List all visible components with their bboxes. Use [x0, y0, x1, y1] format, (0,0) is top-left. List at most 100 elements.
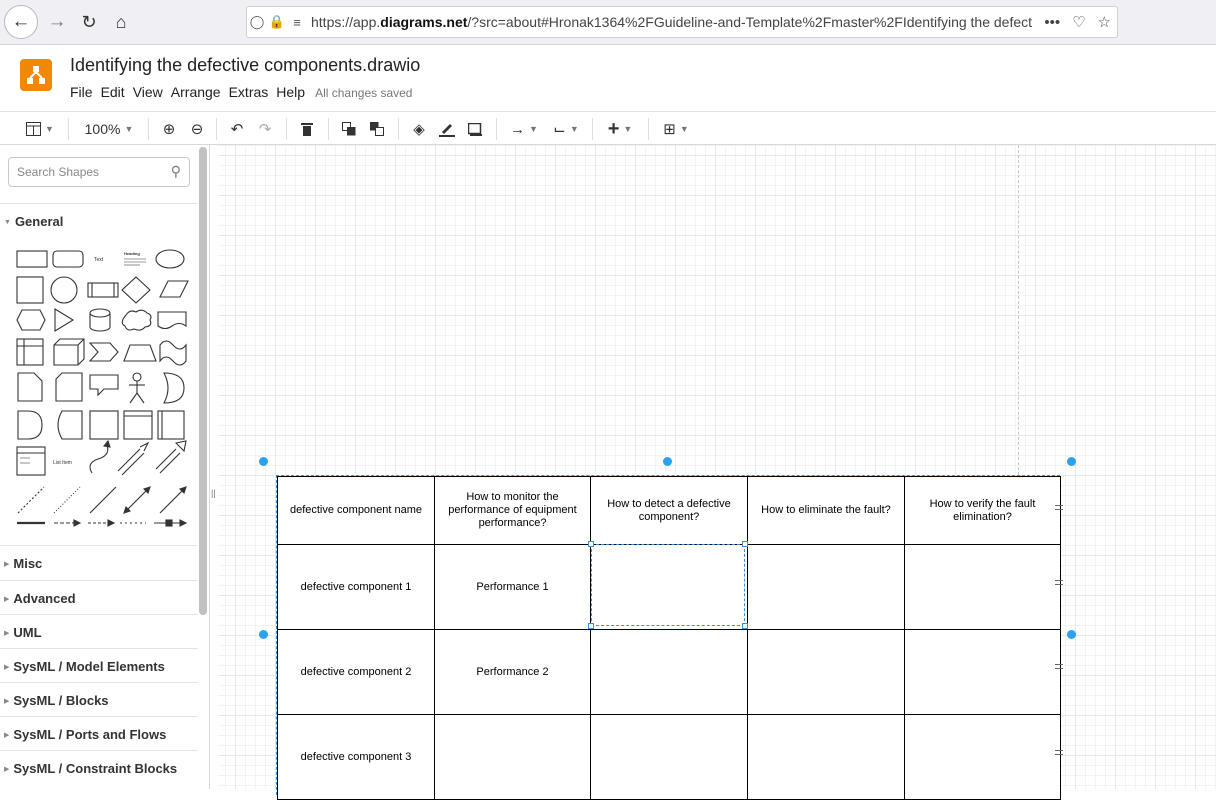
- cell-resize-handle[interactable]: [742, 623, 748, 629]
- table-cell[interactable]: [747, 544, 905, 630]
- insert-icon[interactable]: + ▼: [602, 116, 638, 142]
- table-row: defective component 3: [277, 714, 1061, 800]
- row-resize-tick[interactable]: [1055, 750, 1063, 755]
- shield-icon[interactable]: ◯: [247, 14, 267, 30]
- zoom-in-icon[interactable]: ⊕: [158, 116, 180, 142]
- table-cell[interactable]: [904, 629, 1061, 715]
- list-item-shape-label: List Item: [53, 460, 72, 466]
- table-resize-handle[interactable]: [259, 630, 268, 639]
- undo-icon[interactable]: ↶: [226, 116, 248, 142]
- connection-style-icon[interactable]: → ▼: [506, 116, 542, 142]
- pocket-icon[interactable]: ♡: [1066, 13, 1091, 31]
- redo-icon[interactable]: ↷: [254, 116, 276, 142]
- table-cell[interactable]: [434, 714, 591, 800]
- table-cell[interactable]: defective component 3: [277, 714, 435, 800]
- diagram-canvas[interactable]: defective component name How to monitor …: [218, 145, 1216, 800]
- cell-resize-handle[interactable]: [742, 541, 748, 547]
- heading-shape-label: Heading: [124, 251, 140, 256]
- table-cell[interactable]: [747, 629, 905, 715]
- section-sysml-model-elements[interactable]: ▶ SysML / Model Elements: [0, 648, 198, 682]
- row-resize-tick[interactable]: [1055, 664, 1063, 669]
- delete-icon[interactable]: [296, 116, 318, 142]
- permissions-icon[interactable]: ≡: [287, 15, 307, 30]
- fill-color-icon[interactable]: ◈: [408, 116, 430, 142]
- forward-icon[interactable]: →: [44, 6, 70, 38]
- table-icon[interactable]: ⊞ ▼: [658, 116, 694, 142]
- sidebar-resize-handle[interactable]: ||: [211, 488, 216, 498]
- row-resize-tick[interactable]: [1055, 580, 1063, 585]
- format-panel-toggle[interactable]: ▼: [22, 116, 58, 142]
- search-icon[interactable]: ⚲: [171, 163, 181, 180]
- section-sysml-constraint-blocks[interactable]: ▶ SysML / Constraint Blocks: [0, 750, 198, 784]
- browser-toolbar: ← → ↻ ⌂ ◯ 🔒 ≡ https://app.diagrams.net/?…: [0, 0, 1216, 45]
- table-cell[interactable]: [590, 714, 748, 800]
- table-resize-handle[interactable]: [663, 457, 672, 466]
- menu-file[interactable]: File: [70, 84, 93, 100]
- page-boundary: [1018, 145, 1019, 475]
- header-cell[interactable]: How to monitor the performance of equipm…: [434, 476, 591, 545]
- url-text[interactable]: https://app.diagrams.net/?src=about#Hron…: [311, 14, 1038, 30]
- header-cell[interactable]: How to verify the fault elimination?: [904, 476, 1061, 545]
- table-cell[interactable]: [904, 714, 1061, 800]
- to-front-icon[interactable]: [338, 116, 360, 142]
- zoom-out-icon[interactable]: ⊖: [186, 116, 208, 142]
- zoom-dropdown[interactable]: 100% ▼: [80, 116, 138, 142]
- table-resize-handle[interactable]: [259, 457, 268, 466]
- sidebar-scrollbar[interactable]: [199, 147, 207, 615]
- section-advanced[interactable]: ▶ Advanced: [0, 580, 198, 614]
- reload-icon[interactable]: ↻: [76, 6, 102, 38]
- cell-resize-handle[interactable]: [588, 623, 594, 629]
- shapes-sidebar: Search Shapes ⚲ ▼ General Text Heading L…: [0, 145, 210, 789]
- collapse-triangle-icon: ▼: [4, 219, 11, 226]
- editor-toolbar: ▼ 100% ▼ ⊕ ⊖ ↶ ↷ ◈ → ▼ ⌙ ▼ + ▼ ⊞ ▼: [0, 111, 1216, 145]
- save-status: All changes saved: [315, 86, 413, 100]
- lock-icon[interactable]: 🔒: [267, 14, 287, 30]
- section-general-label: General: [14, 214, 64, 229]
- table-cell[interactable]: Performance 2: [434, 629, 591, 715]
- table-cell[interactable]: Performance 1: [434, 544, 591, 630]
- selected-cell-outline[interactable]: [591, 544, 745, 626]
- waypoints-icon[interactable]: ⌙ ▼: [548, 116, 584, 142]
- menu-extras[interactable]: Extras: [229, 84, 269, 100]
- table-resize-handle[interactable]: [1067, 457, 1076, 466]
- drawio-logo[interactable]: [20, 59, 52, 91]
- search-placeholder: Search Shapes: [17, 165, 100, 179]
- menu-arrange[interactable]: Arrange: [171, 84, 221, 100]
- line-color-icon[interactable]: [436, 116, 458, 142]
- table-cell[interactable]: defective component 1: [277, 544, 435, 630]
- menu-edit[interactable]: Edit: [101, 84, 125, 100]
- header-cell[interactable]: How to eliminate the fault?: [747, 476, 905, 545]
- table-resize-handle[interactable]: [1067, 630, 1076, 639]
- table-cell[interactable]: [590, 629, 748, 715]
- to-back-icon[interactable]: [366, 116, 388, 142]
- header-cell[interactable]: How to detect a defective component?: [590, 476, 748, 545]
- back-icon[interactable]: ←: [4, 5, 38, 39]
- defective-components-table[interactable]: defective component name How to monitor …: [277, 476, 1061, 800]
- menu-help[interactable]: Help: [276, 84, 305, 100]
- section-sysml-blocks[interactable]: ▶ SysML / Blocks: [0, 682, 198, 716]
- table-header-row: defective component name How to monitor …: [277, 476, 1061, 545]
- menu-view[interactable]: View: [133, 84, 163, 100]
- menu-bar: File Edit View Arrange Extras Help All c…: [70, 84, 412, 100]
- home-icon[interactable]: ⌂: [108, 6, 134, 38]
- document-title[interactable]: Identifying the defective components.dra…: [70, 55, 420, 76]
- table-cell[interactable]: [904, 544, 1061, 630]
- row-resize-tick[interactable]: [1055, 505, 1063, 510]
- text-shape-label: Text: [94, 257, 104, 263]
- bookmark-star-icon[interactable]: ☆: [1092, 13, 1117, 31]
- shadow-icon[interactable]: [464, 116, 486, 142]
- section-sysml-ports-and-flows[interactable]: ▶ SysML / Ports and Flows: [0, 716, 198, 750]
- section-uml[interactable]: ▶ UML: [0, 614, 198, 648]
- table-row: defective component 2 Performance 2: [277, 629, 1061, 715]
- section-general[interactable]: ▼ General: [0, 203, 198, 237]
- cell-resize-handle[interactable]: [588, 541, 594, 547]
- header-cell[interactable]: defective component name: [277, 476, 435, 545]
- zoom-value: 100%: [84, 121, 121, 137]
- table-cell[interactable]: [747, 714, 905, 800]
- page-actions-menu[interactable]: •••: [1038, 14, 1066, 31]
- search-shapes-input[interactable]: Search Shapes ⚲: [8, 157, 190, 187]
- address-bar[interactable]: ◯ 🔒 ≡ https://app.diagrams.net/?src=abou…: [246, 6, 1118, 38]
- table-cell[interactable]: defective component 2: [277, 629, 435, 715]
- general-shapes-palette[interactable]: Text Heading List Item: [0, 235, 198, 535]
- section-misc[interactable]: ▶ Misc: [0, 545, 198, 579]
